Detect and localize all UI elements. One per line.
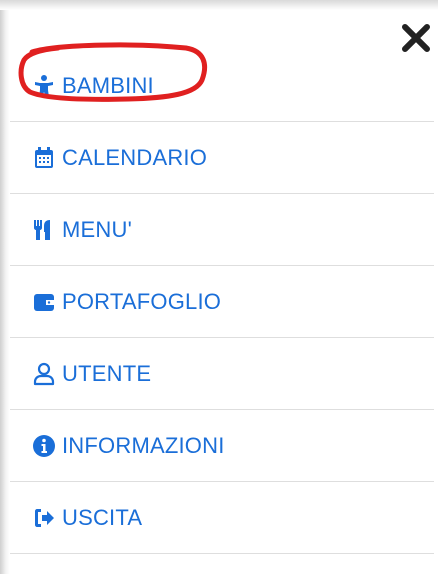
user-icon [32, 362, 56, 386]
menu-label: UTENTE [62, 360, 152, 386]
menu-item-uscita[interactable]: USCITA [10, 482, 434, 554]
top-shadow [0, 0, 438, 10]
menu-label: INFORMAZIONI [62, 432, 225, 458]
menu-item-menu[interactable]: MENU' [10, 194, 434, 266]
menu-label: PORTAFOGLIO [62, 288, 222, 314]
sign-out-icon [32, 506, 56, 530]
side-menu: BAMBINI CALENDARIO MENU' PORTAFOGLIO UTE… [10, 50, 434, 554]
menu-item-informazioni[interactable]: INFORMAZIONI [10, 410, 434, 482]
menu-label: BAMBINI [62, 72, 154, 98]
calendar-icon [32, 146, 56, 170]
menu-item-portafoglio[interactable]: PORTAFOGLIO [10, 266, 434, 338]
menu-item-utente[interactable]: UTENTE [10, 338, 434, 410]
utensils-icon [32, 218, 56, 242]
info-icon [32, 434, 56, 458]
drawer-shadow [0, 0, 10, 574]
menu-label: USCITA [62, 504, 143, 530]
menu-label: MENU' [62, 216, 132, 242]
menu-label: CALENDARIO [62, 144, 208, 170]
child-icon [32, 74, 56, 98]
wallet-icon [32, 290, 56, 314]
menu-item-bambini[interactable]: BAMBINI [10, 50, 434, 122]
menu-item-calendario[interactable]: CALENDARIO [10, 122, 434, 194]
